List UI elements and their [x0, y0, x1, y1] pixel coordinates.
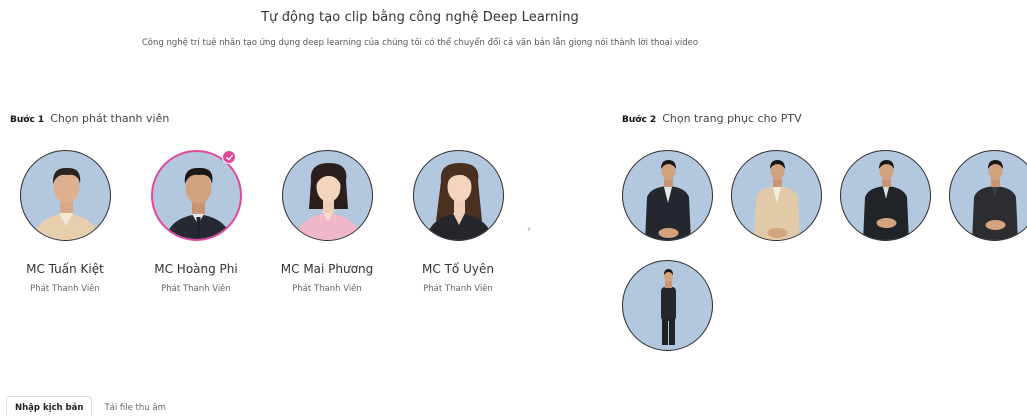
- presenter-role: Phát Thanh Viên: [292, 284, 362, 294]
- step1-label: Chọn phát thanh viên: [50, 112, 170, 125]
- step1-number: Bước 1: [10, 115, 45, 125]
- page-subtitle: Công nghệ trí tuệ nhân tạo ứng dụng deep…: [141, 38, 699, 48]
- presenter-role: Phát Thanh Viên: [161, 284, 231, 294]
- check-icon: [222, 150, 236, 164]
- presenter-name: MC Tuấn Kiệt: [26, 262, 104, 276]
- presenter-card-to-uyen[interactable]: MC Tố Uyên Phát Thanh Viên: [408, 150, 508, 294]
- presenter-avatar: [412, 150, 504, 241]
- outfit-option-5[interactable]: [622, 260, 713, 351]
- presenter-card-tuan-kiet[interactable]: MC Tuấn Kiệt Phát Thanh Viên: [15, 150, 115, 294]
- presenter-card-mai-phuong[interactable]: MC Mai Phương Phát Thanh Viên: [277, 150, 377, 294]
- tab-enter-script[interactable]: Nhập kịch bản: [6, 396, 93, 416]
- presenter-name: MC Hoàng Phi: [154, 262, 238, 276]
- presenter-name: MC Tố Uyên: [422, 262, 494, 276]
- presenter-name: MC Mai Phương: [280, 262, 374, 276]
- outfit-option-4[interactable]: [949, 150, 1027, 241]
- presenter-role: Phát Thanh Viên: [423, 284, 493, 294]
- outfit-option-3[interactable]: [840, 150, 931, 241]
- step2-label: Chọn trang phục cho PTV: [662, 112, 802, 125]
- outfit-option-2[interactable]: [731, 150, 822, 241]
- presenter-avatar: [19, 150, 111, 241]
- presenter-avatar: [281, 150, 373, 241]
- page-title: Tự động tạo clip bằng công nghệ Deep Lea…: [261, 10, 579, 25]
- outfit-option-1[interactable]: [622, 150, 713, 241]
- step1-heading: Bước 1 Chọn phát thanh viên: [10, 112, 169, 125]
- presenter-card-hoang-phi[interactable]: MC Hoàng Phi Phát Thanh Viên: [146, 150, 246, 294]
- script-tabs: Nhập kịch bản Tải file thu âm: [6, 396, 174, 416]
- step2-heading: Bước 2 Chọn trang phục cho PTV: [622, 112, 802, 125]
- step2-number: Bước 2: [622, 115, 657, 125]
- tab-upload-recording[interactable]: Tải file thu âm: [96, 397, 173, 416]
- carousel-next-arrow[interactable]: ›: [527, 224, 531, 235]
- presenter-role: Phát Thanh Viên: [30, 284, 100, 294]
